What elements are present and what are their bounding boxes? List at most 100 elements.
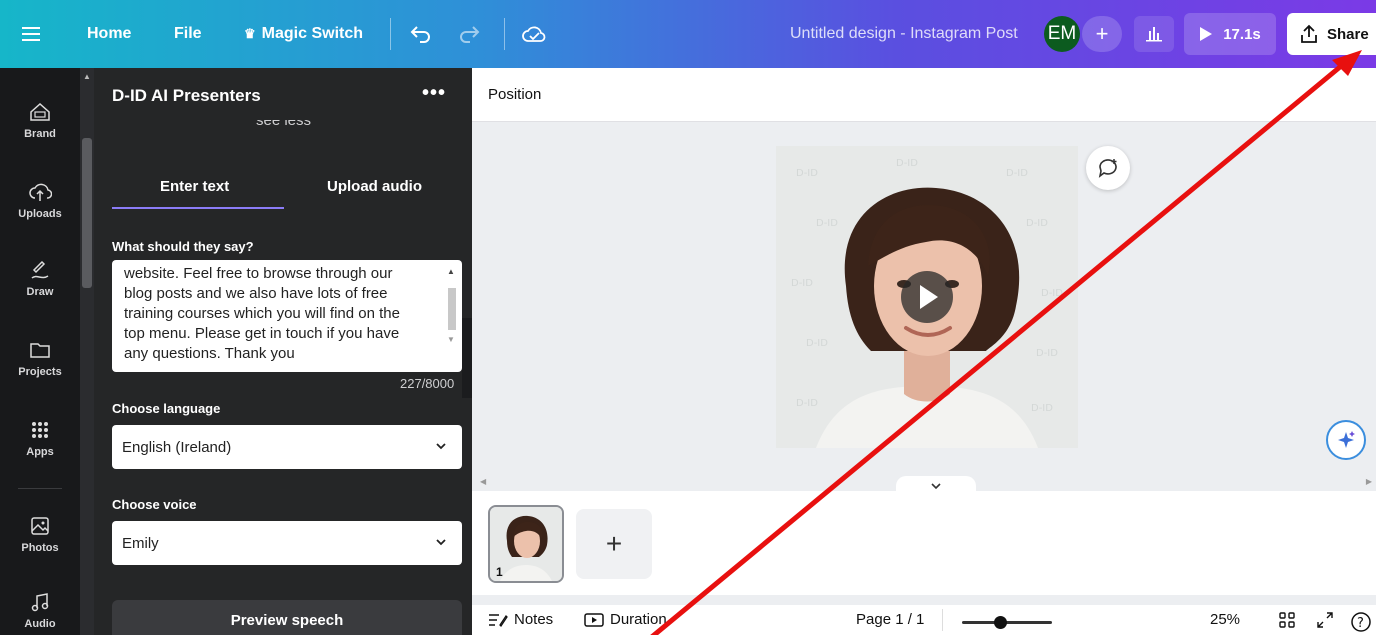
rail-label: Photos bbox=[21, 542, 59, 554]
chevron-down-icon bbox=[436, 443, 446, 450]
svg-text:D-ID: D-ID bbox=[816, 218, 838, 229]
language-value: English (Ireland) bbox=[122, 438, 232, 456]
textarea-scrollbar[interactable]: ▲ ▼ bbox=[446, 264, 458, 364]
language-label: Choose language bbox=[112, 401, 221, 416]
rail-item-draw[interactable]: Draw bbox=[0, 258, 80, 298]
rail-item-uploads[interactable]: Uploads bbox=[0, 180, 80, 220]
help-icon[interactable]: ? bbox=[1350, 611, 1372, 633]
preview-speech-button[interactable]: Preview speech bbox=[112, 600, 462, 635]
divider bbox=[942, 609, 943, 631]
home-link[interactable]: Home bbox=[87, 0, 131, 68]
svg-text:D-ID: D-ID bbox=[1041, 288, 1063, 299]
insights-icon[interactable] bbox=[1134, 16, 1174, 52]
rail-item-apps[interactable]: Apps bbox=[0, 418, 80, 458]
scroll-thumb[interactable] bbox=[448, 288, 456, 330]
rail-item-projects[interactable]: Projects bbox=[0, 338, 80, 378]
share-label: Share bbox=[1327, 25, 1369, 43]
rail-label: Audio bbox=[24, 618, 56, 630]
active-tab-indicator bbox=[112, 207, 284, 209]
scroll-right-icon[interactable]: ▶ bbox=[1366, 477, 1372, 486]
zoom-slider[interactable] bbox=[962, 621, 1052, 624]
more-options-icon[interactable]: ••• bbox=[422, 82, 446, 105]
rail-divider bbox=[18, 488, 62, 489]
duration-button[interactable]: Duration bbox=[584, 611, 667, 628]
play-icon bbox=[1200, 27, 1213, 41]
tab-upload-audio[interactable]: Upload audio bbox=[327, 178, 422, 195]
svg-text:D-ID: D-ID bbox=[806, 338, 828, 349]
panel-title: D-ID AI Presenters bbox=[112, 86, 261, 105]
file-menu[interactable]: File bbox=[174, 0, 202, 68]
add-collaborator-button[interactable]: + bbox=[1082, 16, 1122, 52]
design-page[interactable]: D-ID D-ID D-ID D-ID D-ID D-ID D-ID D-ID D-ID D… bbox=[776, 146, 1078, 448]
page-indicator[interactable]: Page 1 / 1 bbox=[856, 611, 924, 628]
undo-icon[interactable] bbox=[410, 0, 432, 68]
rail-label: Apps bbox=[26, 446, 54, 458]
rail-label: Draw bbox=[26, 286, 54, 298]
fullscreen-icon[interactable] bbox=[1316, 611, 1334, 629]
svg-text:D-ID: D-ID bbox=[1006, 168, 1028, 179]
script-textarea[interactable]: website. Feel free to browse through our… bbox=[112, 260, 462, 372]
share-upload-icon bbox=[1301, 24, 1317, 43]
notes-label: Notes bbox=[514, 611, 554, 628]
magic-assistant-icon[interactable] bbox=[1326, 420, 1366, 460]
magic-switch-label: Magic Switch bbox=[261, 25, 364, 42]
tab-enter-text[interactable]: Enter text bbox=[160, 178, 229, 195]
position-button[interactable]: Position bbox=[488, 86, 541, 103]
zoom-slider-handle[interactable] bbox=[993, 616, 1007, 629]
rail-item-audio[interactable]: Audio bbox=[0, 590, 80, 630]
scroll-down-icon[interactable]: ▼ bbox=[447, 330, 455, 350]
left-rail: Brand Uploads Draw Projects Apps Photos … bbox=[0, 68, 94, 635]
rail-label: Uploads bbox=[18, 208, 62, 220]
language-select[interactable]: English (Ireland) bbox=[112, 425, 462, 469]
scroll-left-icon[interactable]: ◀ bbox=[480, 477, 486, 486]
draw-icon bbox=[31, 260, 49, 279]
scroll-up-icon[interactable]: ▲ bbox=[83, 72, 91, 81]
page-thumbnail[interactable]: 1 bbox=[488, 505, 564, 583]
presenter-image: D-ID D-ID D-ID D-ID D-ID D-ID D-ID D-ID D-ID D… bbox=[776, 146, 1078, 448]
voice-label: Choose voice bbox=[112, 497, 197, 512]
add-comment-icon[interactable] bbox=[1086, 146, 1130, 190]
rail-scrollbar[interactable]: ▲ bbox=[80, 68, 94, 635]
duration-label: Duration bbox=[610, 611, 667, 628]
voice-select[interactable]: Emily bbox=[112, 521, 462, 565]
rail-item-brand[interactable]: Brand bbox=[0, 100, 80, 140]
rail-item-photos[interactable]: Photos bbox=[0, 514, 80, 554]
svg-text:D-ID: D-ID bbox=[1036, 348, 1058, 359]
grid-view-icon[interactable] bbox=[1278, 611, 1296, 629]
image-icon bbox=[31, 517, 49, 535]
character-count: 227/8000 bbox=[400, 376, 455, 391]
bottom-bar: Notes Duration Page 1 / 1 25% ? bbox=[472, 605, 1376, 635]
pages-strip: 1 + bbox=[472, 491, 1376, 595]
zoom-level[interactable]: 25% bbox=[1210, 611, 1240, 628]
menu-icon[interactable] bbox=[22, 0, 42, 68]
svg-text:D-ID: D-ID bbox=[791, 278, 813, 289]
add-page-button[interactable]: + bbox=[576, 509, 652, 579]
folder-icon bbox=[30, 343, 50, 358]
svg-text:D-ID: D-ID bbox=[1031, 403, 1053, 414]
page-number: 1 bbox=[496, 565, 503, 579]
share-button[interactable]: Share bbox=[1287, 13, 1376, 55]
rail-label: Projects bbox=[18, 366, 62, 378]
play-duration: 17.1s bbox=[1223, 25, 1261, 43]
duration-icon bbox=[584, 612, 604, 627]
redo-icon[interactable] bbox=[458, 0, 480, 68]
svg-text:?: ? bbox=[1357, 616, 1364, 631]
svg-text:D-ID: D-ID bbox=[796, 168, 818, 179]
magic-switch-button[interactable]: ♛ Magic Switch bbox=[244, 0, 363, 68]
scroll-up-icon[interactable]: ▲ bbox=[447, 262, 455, 282]
notes-button[interactable]: Notes bbox=[488, 611, 553, 628]
scroll-thumb[interactable] bbox=[82, 138, 92, 288]
context-toolbar: Position bbox=[472, 68, 1376, 122]
cloud-upload-icon bbox=[29, 183, 52, 201]
svg-text:D-ID: D-ID bbox=[796, 398, 818, 409]
present-play-button[interactable]: 17.1s bbox=[1184, 13, 1276, 55]
svg-text:D-ID: D-ID bbox=[1026, 218, 1048, 229]
voice-value: Emily bbox=[122, 534, 159, 552]
cloud-saved-icon[interactable] bbox=[522, 0, 546, 68]
top-bar: Home File ♛ Magic Switch Untitled design… bbox=[0, 0, 1376, 68]
apps-grid-icon bbox=[32, 422, 48, 438]
notes-icon bbox=[489, 613, 508, 627]
document-title[interactable]: Untitled design - Instagram Post bbox=[790, 0, 1018, 68]
avatar[interactable]: EM bbox=[1044, 16, 1080, 52]
app-panel: see less D-ID AI Presenters ••• Enter te… bbox=[94, 68, 472, 635]
